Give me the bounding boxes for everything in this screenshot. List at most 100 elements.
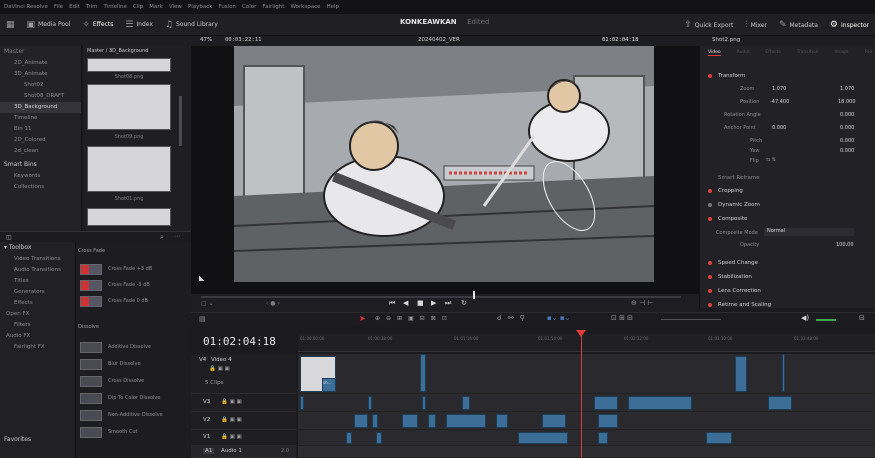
clip[interactable]: [598, 414, 618, 428]
bin-item[interactable]: Shot08_DRAFT: [0, 91, 81, 102]
zoom-level[interactable]: 47%: [200, 37, 212, 43]
pitch-field[interactable]: 0.000: [840, 138, 854, 144]
fx-item[interactable]: Cross Fade -3 dB: [80, 278, 185, 292]
menu-help[interactable]: Help: [327, 4, 340, 10]
menu-edit[interactable]: Edit: [69, 4, 80, 10]
clip[interactable]: [346, 432, 352, 444]
skip-end-button[interactable]: ⏭: [445, 299, 451, 308]
category-filters[interactable]: Filters: [0, 320, 75, 331]
fx-item[interactable]: Blur Dissolve: [80, 357, 185, 371]
bin-master[interactable]: Master: [0, 46, 81, 58]
zoom-y-field[interactable]: 1.070: [840, 86, 854, 92]
category-titles[interactable]: Titles: [0, 276, 75, 287]
timeline-name[interactable]: 20240402_VER: [418, 37, 460, 43]
dynamic-zoom-section[interactable]: Dynamic Zoom: [700, 199, 875, 211]
menu-clip[interactable]: Clip: [133, 4, 143, 10]
position-x-field[interactable]: -47.400: [770, 99, 789, 105]
effects-button[interactable]: ✧ Effects: [76, 14, 119, 35]
retime-section[interactable]: Retime and Scaling: [700, 299, 875, 311]
favorites-header[interactable]: Favorites: [0, 434, 31, 446]
smart-reframe-section[interactable]: Smart Reframe: [700, 172, 875, 184]
zoom-tools-icon[interactable]: ⊡ ⊞ ⊟: [611, 314, 633, 322]
volume-icon[interactable]: ◀): [801, 314, 809, 322]
index-button[interactable]: ☰ Index: [119, 14, 159, 35]
category-effects[interactable]: Effects: [0, 298, 75, 309]
sound-library-button[interactable]: ♫ Sound Library: [159, 14, 224, 35]
clip[interactable]: [735, 356, 747, 392]
media-thumbnail[interactable]: [87, 58, 171, 72]
timeline-zoom-slider[interactable]: [661, 319, 721, 320]
menu-view[interactable]: View: [169, 4, 182, 10]
tab-transition[interactable]: Transition: [797, 50, 819, 56]
timeline-view-icon[interactable]: ▤: [199, 315, 206, 323]
metadata-button[interactable]: ✎ Metadata: [773, 14, 824, 36]
lens-correction-section[interactable]: Lens Correction: [700, 285, 875, 297]
bin-item[interactable]: 3D_Animate: [0, 69, 81, 80]
skip-start-button[interactable]: ⏮: [389, 299, 395, 308]
bin-item[interactable]: Bin 11: [0, 124, 81, 135]
bin-item[interactable]: 2d_clean: [0, 146, 81, 157]
track-name[interactable]: Audio 1: [221, 448, 242, 454]
enabled-dot[interactable]: [708, 289, 712, 293]
menu-color[interactable]: Color: [242, 4, 256, 10]
jog-icon[interactable]: ‹ ● ›: [266, 300, 280, 307]
speed-change-section[interactable]: Speed Change: [700, 257, 875, 269]
bin-item-selected[interactable]: 3D_Background: [0, 102, 81, 113]
thumbs-scrollbar[interactable]: [179, 96, 182, 146]
clip[interactable]: sh...: [322, 378, 336, 392]
play-reverse-button[interactable]: ◀: [403, 299, 408, 307]
menu-file[interactable]: File: [54, 4, 63, 10]
inspector-button[interactable]: ⚙ Inspector: [824, 14, 875, 36]
track-v1[interactable]: [298, 430, 875, 446]
in-point-icon[interactable]: ⊖ ⊣ ⊢: [631, 299, 654, 307]
toolbox-category[interactable]: ▾ Toolbox: [0, 242, 75, 254]
media-thumbnail[interactable]: [87, 208, 171, 226]
panel-toggle-button[interactable]: ▦: [0, 14, 21, 35]
position-y-field[interactable]: 18.000: [838, 99, 856, 105]
viewer[interactable]: ◣: [191, 46, 699, 294]
clip[interactable]: [420, 354, 426, 392]
media-thumbnail[interactable]: [87, 146, 171, 192]
stabilization-section[interactable]: Stabilization: [700, 271, 875, 283]
enabled-dot[interactable]: [708, 261, 712, 265]
zoom-x-field[interactable]: 1.070: [772, 86, 786, 92]
fullscreen-icon[interactable]: ⊟: [859, 314, 865, 322]
tab-audio[interactable]: Audio: [737, 50, 750, 56]
playhead[interactable]: [581, 334, 582, 458]
yaw-field[interactable]: 0.000: [840, 148, 854, 154]
fx-item[interactable]: Cross Fade +3 dB: [80, 262, 185, 276]
menu-workspace[interactable]: Workspace: [290, 4, 320, 10]
tab-file[interactable]: File: [865, 50, 873, 56]
viewer-mode-icon[interactable]: ▢ ⌄: [201, 300, 214, 307]
category-audio-transitions[interactable]: Audio Transitions: [0, 265, 75, 276]
enabled-dot[interactable]: [708, 74, 712, 78]
volume-slider[interactable]: [816, 319, 836, 321]
mixer-button[interactable]: ⫶ Mixer: [739, 14, 773, 36]
clip[interactable]: [598, 432, 608, 444]
smart-bin-collections[interactable]: Collections: [0, 182, 81, 193]
category-generators[interactable]: Generators: [0, 287, 75, 298]
composite-section[interactable]: Composite: [700, 213, 875, 225]
menu-playback[interactable]: Playback: [188, 4, 213, 10]
snap-link-icons[interactable]: ☌⚯⚲: [497, 314, 531, 322]
anchor-y-field[interactable]: 0.000: [840, 125, 854, 131]
tab-video[interactable]: Video: [708, 50, 721, 56]
menu-mark[interactable]: Mark: [149, 4, 163, 10]
flip-buttons[interactable]: ⇆ ⇅: [766, 157, 776, 163]
menu-fairlight[interactable]: Fairlight: [262, 4, 284, 10]
clip[interactable]: [628, 396, 692, 410]
media-pool-button[interactable]: ▣ Media Pool: [21, 14, 77, 35]
clip[interactable]: [768, 396, 792, 410]
clip[interactable]: [402, 414, 418, 428]
track-v2[interactable]: [298, 412, 875, 430]
menu-app[interactable]: DaVinci Resolve: [4, 4, 48, 10]
track-a1[interactable]: [298, 446, 875, 458]
clip[interactable]: [594, 396, 618, 410]
enabled-dot[interactable]: [708, 203, 712, 207]
clip[interactable]: [706, 432, 732, 444]
enabled-dot[interactable]: [708, 189, 712, 193]
clip[interactable]: [518, 432, 568, 444]
play-button[interactable]: ▶: [431, 299, 436, 307]
menu-timeline[interactable]: Timeline: [104, 4, 127, 10]
stop-button[interactable]: ■: [417, 299, 424, 307]
